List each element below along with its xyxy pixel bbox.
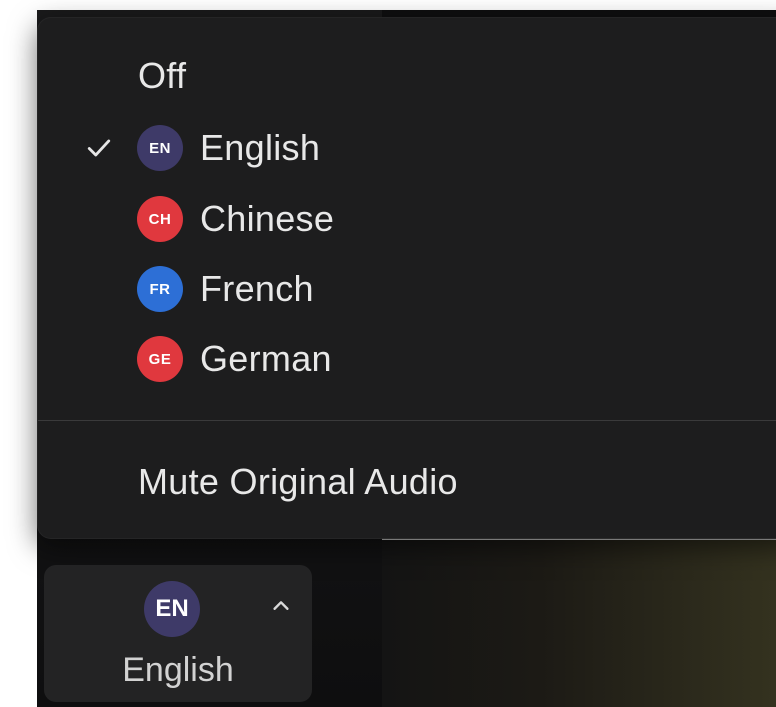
menu-item-off-label: Off [138,55,187,96]
video-feed [382,540,776,707]
menu-item-mute-original-audio[interactable]: Mute Original Audio [38,454,776,510]
current-language-label: English [122,651,234,689]
language-badge-en: EN [137,125,183,171]
menu-item-chinese[interactable]: CH Chinese [38,191,776,247]
menu-item-french[interactable]: FR French [38,261,776,317]
menu-item-english[interactable]: EN English [38,120,776,176]
current-language-badge: EN [144,581,200,637]
menu-item-french-label: French [200,268,314,309]
language-badge-ch: CH [137,196,183,242]
menu-item-german-label: German [200,338,332,379]
chevron-up-icon[interactable] [270,595,292,617]
mute-original-audio-label: Mute Original Audio [138,461,458,502]
menu-item-off[interactable]: Off [38,48,776,104]
language-badge-ge: GE [137,336,183,382]
menu-divider [38,420,776,421]
interpretation-language-button[interactable]: EN English [44,565,312,702]
language-interpretation-menu: Off EN English CH Chinese FR French GE G… [37,17,776,539]
menu-item-german[interactable]: GE German [38,331,776,387]
menu-item-chinese-label: Chinese [200,198,335,239]
checkmark-icon [87,139,111,157]
menu-item-english-label: English [200,127,321,168]
language-badge-fr: FR [137,266,183,312]
